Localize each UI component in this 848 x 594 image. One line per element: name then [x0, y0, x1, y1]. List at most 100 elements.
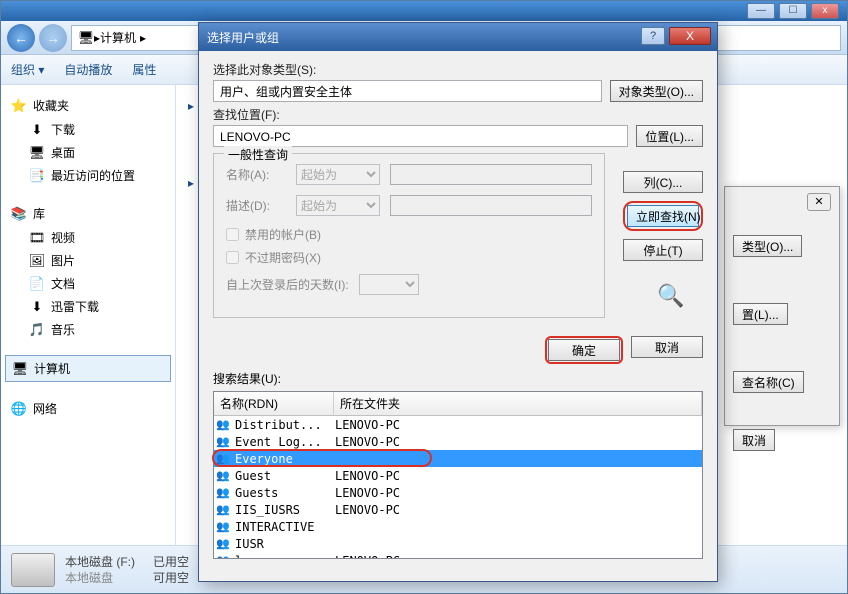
- results-label: 搜索结果(U):: [213, 370, 703, 387]
- network-icon: 🌐: [11, 401, 27, 417]
- results-list[interactable]: 名称(RDN) 所在文件夹 👥Distribut...LENOVO-PC👥Eve…: [213, 391, 703, 559]
- bg-cancel-button[interactable]: 取消: [733, 429, 775, 451]
- result-row[interactable]: 👥INTERACTIVE: [214, 518, 702, 535]
- result-name: Distribut...: [235, 418, 335, 432]
- sidebar-item-music[interactable]: 🎵音乐: [5, 318, 171, 341]
- select-user-dialog: 选择用户或组 ? X 选择此对象类型(S): 用户、组或内置安全主体 对象类型(…: [198, 22, 718, 582]
- forward-button[interactable]: →: [39, 24, 67, 52]
- properties-button[interactable]: 属性: [132, 61, 156, 78]
- computer-header[interactable]: 🖥 计算机: [5, 355, 171, 382]
- results-columns: 名称(RDN) 所在文件夹: [214, 392, 702, 416]
- findnow-highlight: 立即查找(N): [623, 201, 703, 231]
- query-buttons: 列(C)... 立即查找(N) 停止(T): [623, 171, 703, 261]
- recent-icon: 📑: [29, 168, 45, 184]
- desc-input: [390, 195, 592, 216]
- maximize-button[interactable]: ☐: [779, 3, 807, 19]
- sidebar-item-label: 视频: [51, 229, 75, 246]
- sidebar-item-label: 桌面: [51, 144, 75, 161]
- result-buttons: 确定 取消: [213, 336, 703, 364]
- bg-type-button[interactable]: 类型(O)...: [733, 235, 802, 257]
- network-group: 🌐 网络: [5, 396, 171, 421]
- location-label: 查找位置(F):: [213, 106, 703, 123]
- result-folder: LENOVO-PC: [335, 554, 702, 560]
- object-type-field[interactable]: 用户、组或内置安全主体: [213, 80, 602, 102]
- sidebar-item-label: 迅雷下载: [51, 298, 99, 315]
- user-group-icon: 👥: [216, 452, 232, 466]
- autoplay-button[interactable]: 自动播放: [64, 61, 112, 78]
- user-group-icon: 👥: [216, 486, 232, 500]
- result-row[interactable]: 👥Everyone: [214, 450, 702, 467]
- disabled-label: 禁用的帐户(B): [245, 226, 321, 243]
- network-label: 网络: [33, 400, 57, 417]
- result-row[interactable]: 👥IIS_IUSRSLENOVO-PC: [214, 501, 702, 518]
- sidebar-item-videos[interactable]: 🎞 视频: [5, 226, 171, 249]
- organize-menu[interactable]: 组织 ▾: [11, 61, 44, 78]
- status-usage: 已用空 可用空: [153, 554, 189, 586]
- location-field[interactable]: LENOVO-PC: [213, 125, 628, 147]
- close-button[interactable]: x: [811, 3, 839, 19]
- result-row[interactable]: 👥Distribut...LENOVO-PC: [214, 416, 702, 433]
- libraries-header[interactable]: 📚 库: [5, 201, 171, 226]
- name-row: 名称(A): 起始为: [226, 164, 592, 185]
- libraries-label: 库: [33, 205, 45, 222]
- bg-location-button[interactable]: 置(L)...: [733, 303, 788, 325]
- common-queries-group: 一般性查询 名称(A): 起始为 描述(D): 起始为 禁用的帐户(B) 不过期…: [213, 153, 605, 318]
- back-button[interactable]: ←: [7, 24, 35, 52]
- dialog-close-button[interactable]: X: [669, 27, 711, 45]
- ok-button[interactable]: 确定: [548, 339, 620, 361]
- sidebar-item-recent[interactable]: 📑最近访问的位置: [5, 164, 171, 187]
- result-row[interactable]: 👥GuestLENOVO-PC: [214, 467, 702, 484]
- help-button[interactable]: ?: [641, 27, 665, 45]
- sidebar-item-label: 下载: [51, 121, 75, 138]
- name-match-select: 起始为: [296, 164, 380, 185]
- minimize-button[interactable]: —: [747, 3, 775, 19]
- result-row[interactable]: 👥GuestsLENOVO-PC: [214, 484, 702, 501]
- noexpire-label: 不过期密码(X): [245, 249, 321, 266]
- breadcrumb-text: 计算机: [100, 29, 136, 46]
- bg-close-button[interactable]: ✕: [807, 193, 831, 211]
- favorites-header[interactable]: ⭐ 收藏夹: [5, 93, 171, 118]
- days-label: 自上次登录后的天数(I):: [226, 276, 349, 293]
- result-name: IUSR: [235, 537, 335, 551]
- disabled-checkbox: [226, 228, 239, 241]
- drive-type-text: 本地磁盘: [65, 570, 135, 586]
- result-folder: LENOVO-PC: [335, 503, 702, 517]
- col-folder[interactable]: 所在文件夹: [334, 392, 702, 415]
- find-now-button[interactable]: 立即查找(N): [627, 205, 699, 227]
- sidebar-item-documents[interactable]: 📄文档: [5, 272, 171, 295]
- sidebar-item-thunder[interactable]: ⬇迅雷下载: [5, 295, 171, 318]
- sidebar-item-downloads[interactable]: ⬇下载: [5, 118, 171, 141]
- col-name[interactable]: 名称(RDN): [214, 392, 334, 415]
- network-header[interactable]: 🌐 网络: [5, 396, 171, 421]
- result-row[interactable]: 👥IUSR: [214, 535, 702, 552]
- result-row[interactable]: 👥lenovoLENOVO-PC: [214, 552, 702, 559]
- columns-button[interactable]: 列(C)...: [623, 171, 703, 193]
- drive-name-text: 本地磁盘 (F:): [65, 554, 135, 570]
- video-icon: 🎞: [29, 230, 45, 246]
- bg-checkname-button[interactable]: 查名称(C): [733, 371, 804, 393]
- sidebar-item-desktop[interactable]: 🖥桌面: [5, 141, 171, 164]
- user-group-icon: 👥: [216, 554, 232, 560]
- group-title: 一般性查询: [224, 146, 292, 163]
- user-group-icon: 👥: [216, 503, 232, 517]
- result-folder: LENOVO-PC: [335, 418, 702, 432]
- document-icon: 📄: [29, 276, 45, 292]
- dialog-title-text: 选择用户或组: [207, 29, 279, 46]
- noexpire-checkbox: [226, 251, 239, 264]
- computer-icon: 🖥: [78, 30, 94, 46]
- desc-match-select: 起始为: [296, 195, 380, 216]
- stop-button[interactable]: 停止(T): [623, 239, 703, 261]
- object-type-button[interactable]: 对象类型(O)...: [610, 80, 703, 102]
- libraries-group: 📚 库 🎞 视频 🖼图片 📄文档 ⬇迅雷下载 🎵音乐: [5, 201, 171, 341]
- drive-icon: [11, 553, 55, 587]
- used-label: 已用空: [153, 554, 189, 570]
- avail-label: 可用空: [153, 570, 189, 586]
- location-button[interactable]: 位置(L)...: [636, 125, 703, 147]
- background-dialog: ✕ 类型(O)... 置(L)... 查名称(C) 取消: [724, 186, 840, 426]
- name-label: 名称(A):: [226, 166, 286, 183]
- cancel-button[interactable]: 取消: [631, 336, 703, 358]
- sidebar-item-pictures[interactable]: 🖼图片: [5, 249, 171, 272]
- sidebar-item-label: 图片: [51, 252, 75, 269]
- result-row[interactable]: 👥Event Log...LENOVO-PC: [214, 433, 702, 450]
- name-input: [390, 164, 592, 185]
